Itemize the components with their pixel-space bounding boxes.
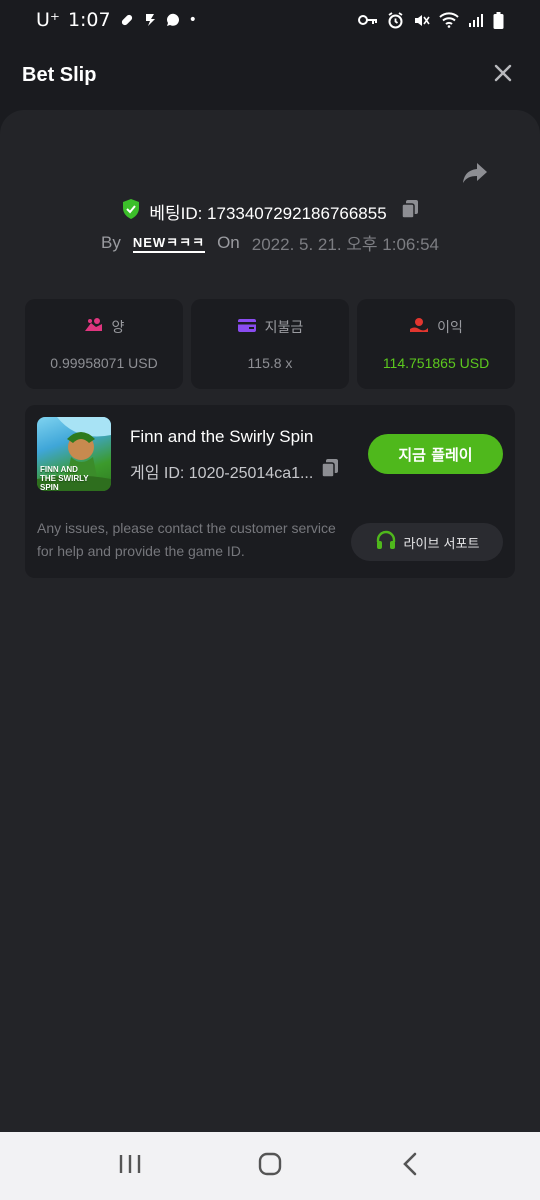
- close-button[interactable]: [488, 60, 518, 90]
- carrier-label: U⁺: [36, 9, 60, 31]
- signal-icon: [468, 13, 484, 28]
- copy-game-id-button[interactable]: [321, 458, 339, 483]
- share-button[interactable]: [460, 160, 490, 190]
- bet-slip-sheet: 베팅ID: 1733407292186766855 By NEWㅋㅋㅋ On 2…: [0, 110, 540, 1132]
- coins-icon: [84, 317, 104, 337]
- home-icon: [257, 1151, 283, 1181]
- bet-id-row: 베팅ID: 1733407292186766855: [0, 198, 540, 225]
- battery-icon: [493, 11, 504, 29]
- back-icon: [401, 1152, 419, 1180]
- copy-icon: [400, 199, 419, 224]
- alarm-icon: [387, 11, 404, 29]
- bet-id: 베팅ID: 1733407292186766855: [149, 204, 387, 223]
- close-icon: [494, 64, 512, 86]
- stat-amount: 양 0.99958071 USD: [25, 299, 183, 389]
- chat-icon: [165, 12, 181, 28]
- support-message: Any issues, please contact the customer …: [37, 520, 336, 559]
- profit-icon: [409, 317, 429, 337]
- game-thumbnail[interactable]: FINN AND THE SWIRLY SPIN: [37, 417, 111, 491]
- recent-apps-icon: [118, 1153, 142, 1179]
- stat-label: 지불금: [264, 320, 304, 336]
- game-id-row: 게임 ID: 1020-25014ca1...: [130, 458, 339, 483]
- stat-value: 115.8 x: [247, 355, 293, 371]
- key-icon: [358, 14, 378, 26]
- username: NEWㅋㅋㅋ: [132, 232, 206, 253]
- bet-slip-header: Bet Slip: [0, 40, 540, 110]
- stat-value: 114.751865 USD: [382, 355, 490, 371]
- headset-icon: [375, 529, 397, 555]
- game-card: FINN AND THE SWIRLY SPIN Finn and the Sw…: [25, 405, 515, 578]
- bet-meta-row: By NEWㅋㅋㅋ On 2022. 5. 21. 오후 1:06:54: [0, 230, 540, 255]
- home-button[interactable]: [245, 1141, 295, 1191]
- status-bar: U⁺ 1:07 •: [0, 0, 540, 40]
- stats-row: 양 0.99958071 USD 지불금 115.8 x 이익 114.7518…: [25, 299, 515, 389]
- copy-icon: [321, 458, 339, 483]
- thumbnail-title: FINN AND THE SWIRLY SPIN: [40, 465, 89, 491]
- pill-icon: [119, 12, 135, 28]
- bet-date: 2022. 5. 21. 오후 1:06:54: [251, 235, 439, 254]
- notification-dot: •: [188, 12, 197, 28]
- back-button[interactable]: [385, 1141, 435, 1191]
- stat-payout: 지불금 115.8 x: [191, 299, 349, 389]
- stat-label: 양: [111, 320, 125, 336]
- live-support-button[interactable]: 라이브 서포트: [351, 523, 503, 561]
- verified-shield-icon: [121, 198, 141, 225]
- on-label: On: [217, 232, 240, 252]
- live-support-label: 라이브 서포트: [403, 536, 480, 552]
- mute-icon: [413, 12, 430, 29]
- game-title: Finn and the Swirly Spin: [130, 427, 314, 446]
- share-icon: [462, 162, 488, 188]
- app-s-icon: [143, 12, 157, 28]
- stat-profit: 이익 114.751865 USD: [357, 299, 515, 389]
- wifi-icon: [439, 12, 459, 28]
- page-title: Bet Slip: [22, 63, 97, 86]
- game-id: 게임 ID: 1020-25014ca1...: [130, 464, 314, 482]
- by-label: By: [101, 232, 121, 252]
- recent-apps-button[interactable]: [105, 1141, 155, 1191]
- system-nav-bar: [0, 1132, 540, 1200]
- stat-label: 이익: [437, 320, 463, 336]
- card-icon: [237, 317, 257, 337]
- copy-bet-id-button[interactable]: [400, 199, 419, 224]
- play-now-button[interactable]: 지금 플레이: [368, 434, 503, 474]
- stat-value: 0.99958071 USD: [50, 355, 158, 371]
- clock: 1:07: [67, 9, 111, 31]
